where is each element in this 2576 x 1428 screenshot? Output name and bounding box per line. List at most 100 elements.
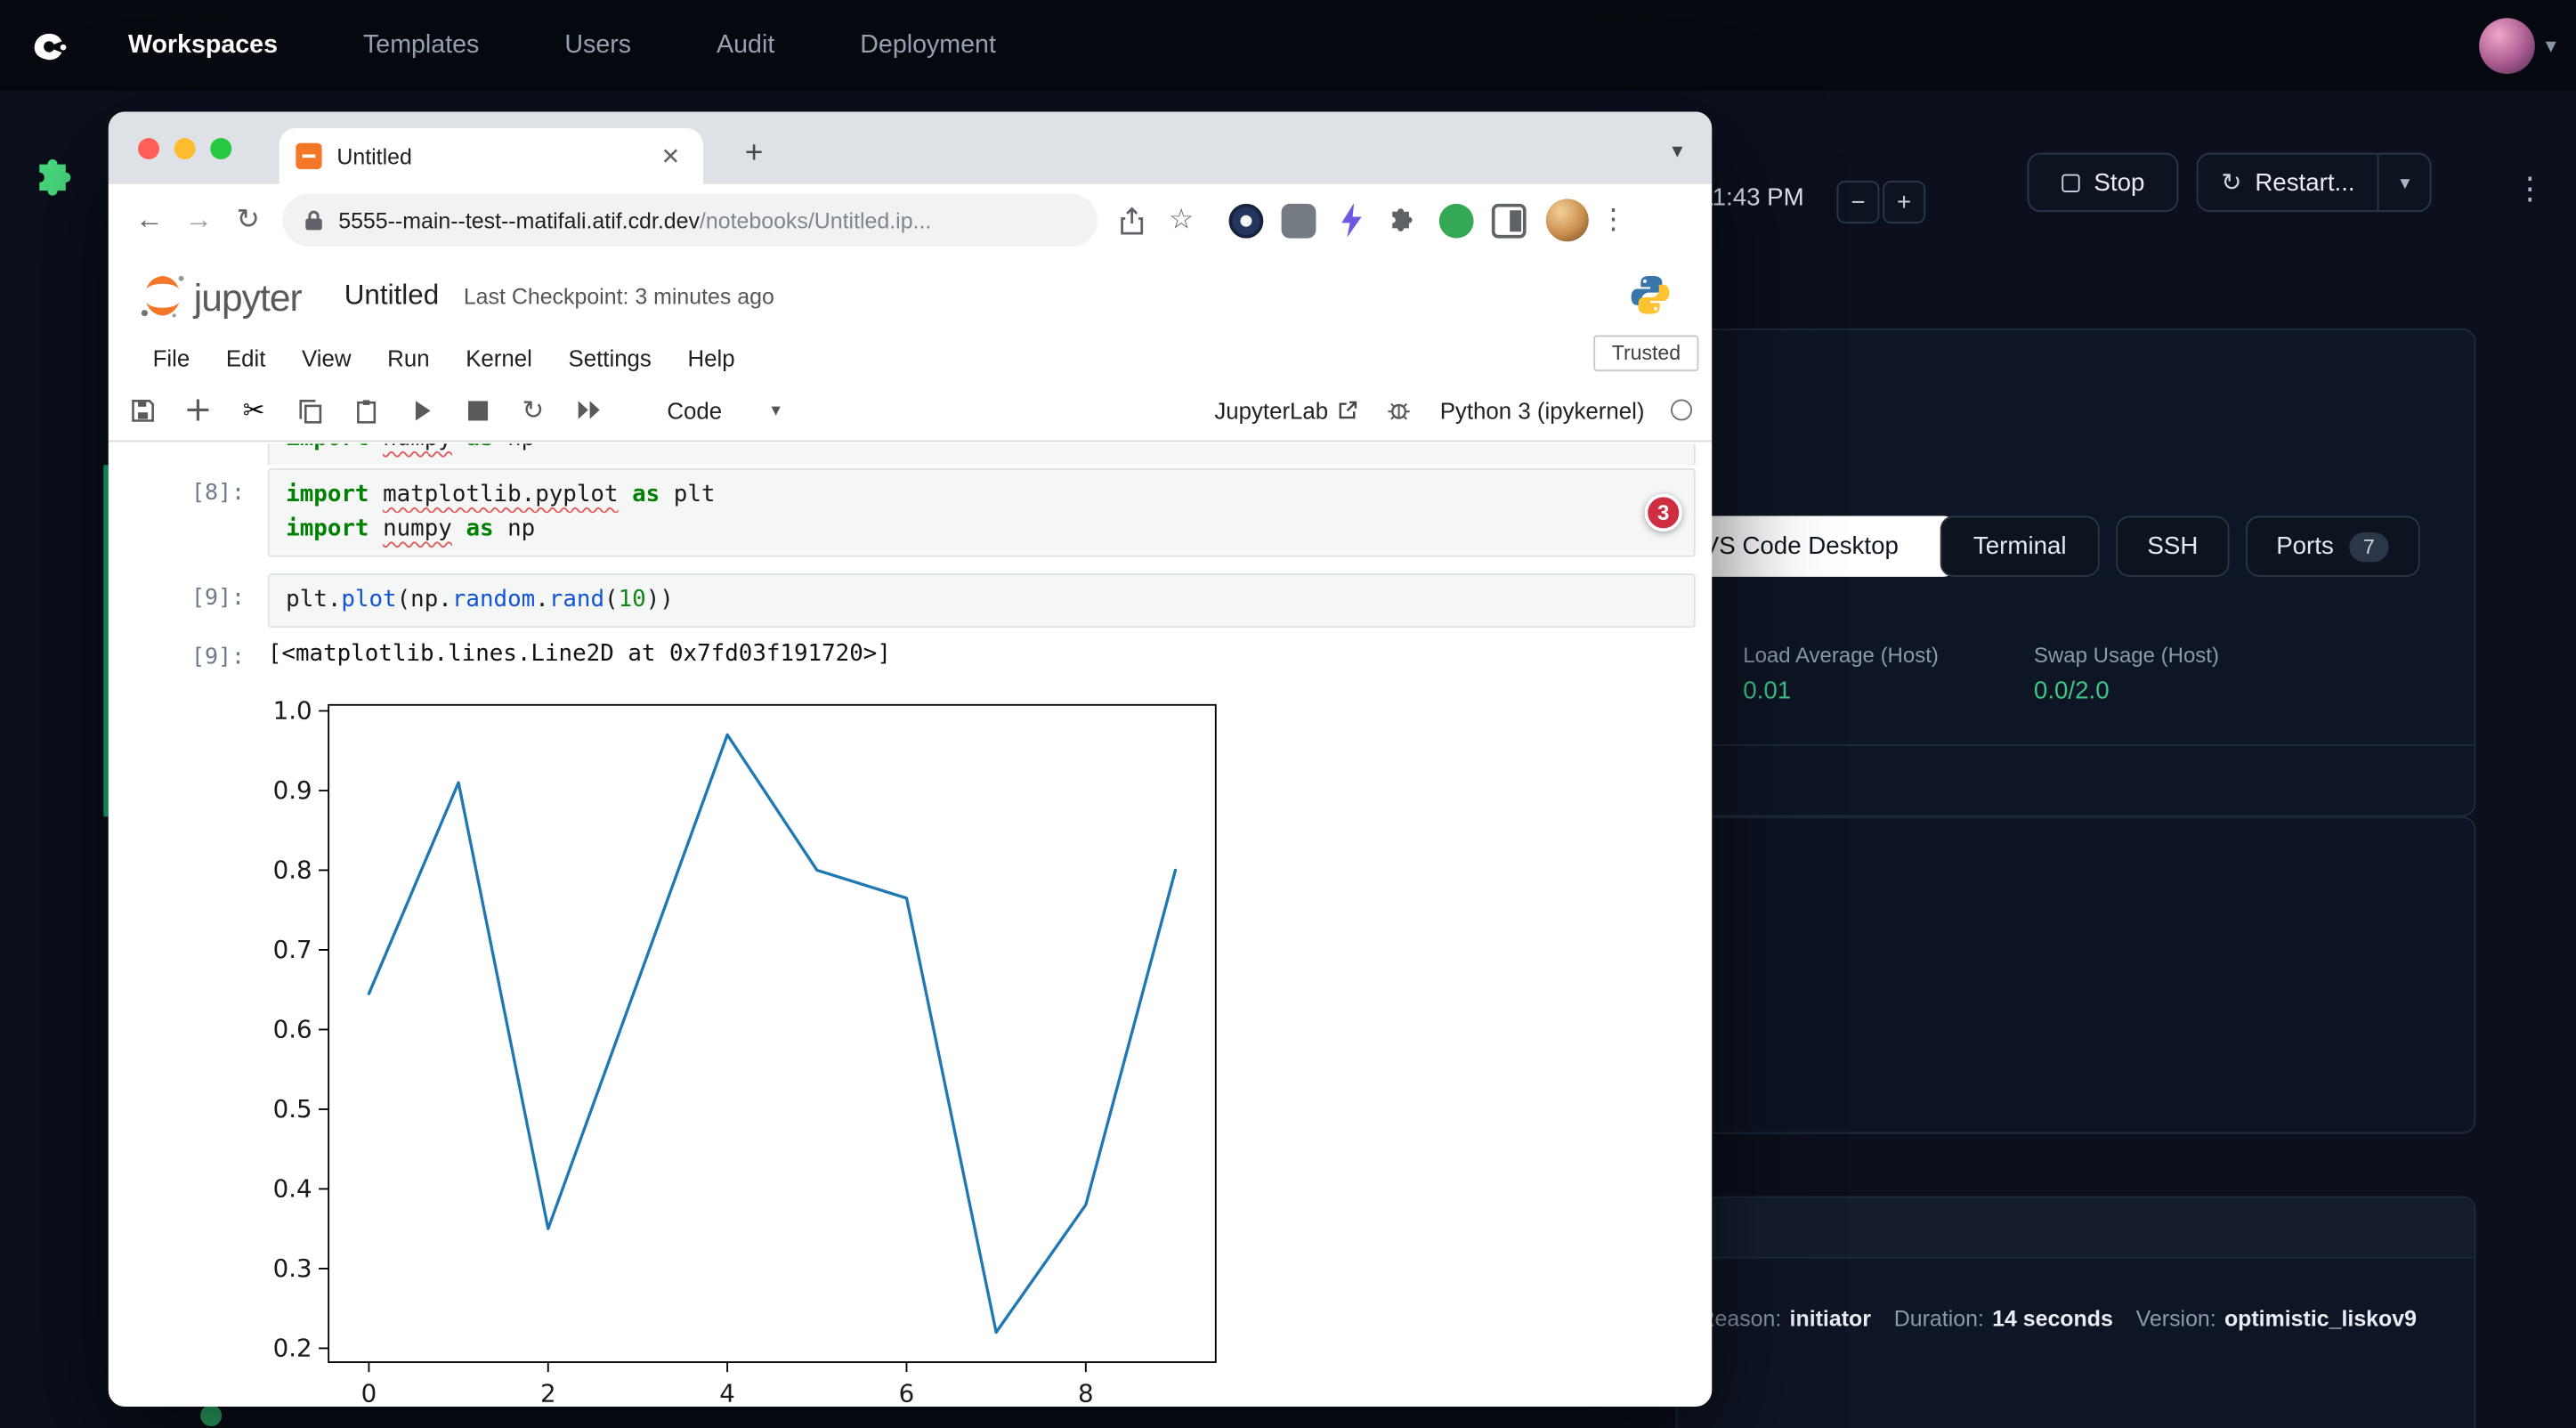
tab-close-icon[interactable]: ✕ — [654, 139, 686, 174]
debugger-icon[interactable] — [1386, 396, 1414, 424]
menu-view[interactable]: View — [302, 345, 352, 371]
menu-help[interactable]: Help — [687, 345, 734, 371]
back-button[interactable]: ← — [125, 196, 174, 245]
copy-cell-button[interactable] — [296, 396, 323, 424]
save-button[interactable] — [128, 396, 156, 424]
nav-item-users[interactable]: Users — [564, 30, 631, 60]
nav-item-deployment[interactable]: Deployment — [860, 30, 996, 60]
status-dot — [200, 1405, 222, 1426]
code-cell-9: [9]: plt.plot(np.random.rand(10)) — [109, 573, 1712, 628]
ssh-button[interactable]: SSH — [2116, 516, 2229, 577]
window-close-button[interactable] — [138, 138, 159, 159]
nav-item-audit[interactable]: Audit — [717, 30, 774, 60]
input-prompt: [8]: — [109, 468, 268, 511]
stop-button[interactable]: Stop — [2028, 153, 2179, 212]
workspace-clock: 11:43 PM — [1700, 184, 1803, 212]
menu-file[interactable]: File — [153, 345, 190, 371]
menu-settings[interactable]: Settings — [568, 345, 651, 371]
extension-icon-4[interactable] — [1439, 203, 1474, 238]
line-chart: 0.20.30.40.50.60.70.80.91.002468 — [255, 688, 1273, 1407]
code-editor[interactable]: import matplotlib.pyplot as plt import n… — [268, 468, 1696, 557]
svg-text:2: 2 — [540, 1378, 556, 1407]
browser-tab-strip: Untitled ✕ + ▾ — [109, 112, 1712, 184]
svg-text:0.9: 0.9 — [273, 775, 312, 805]
build-reason: initiator — [1790, 1306, 1871, 1331]
svg-text:0.7: 0.7 — [273, 935, 312, 964]
jupyter-menubar: File Edit View Run Kernel Settings Help … — [109, 336, 1712, 380]
svg-text:0.2: 0.2 — [273, 1334, 312, 1363]
kernel-name[interactable]: Python 3 (ipykernel) — [1440, 397, 1645, 424]
swap-usage-label: Swap Usage (Host) — [2034, 643, 2219, 668]
puzzle-icon[interactable] — [33, 154, 82, 212]
workspace-menu-kebab[interactable]: ⋮ — [2510, 165, 2549, 217]
browser-tab[interactable]: Untitled ✕ — [279, 128, 703, 184]
restart-button[interactable]: ↻ Restart... — [2198, 167, 2378, 197]
tab-title: Untitled — [336, 143, 654, 168]
resources-panel — [1676, 816, 2476, 1133]
tab-search-chevron[interactable]: ▾ — [1656, 130, 1698, 173]
restart-run-all-button[interactable] — [575, 396, 603, 424]
checkpoint-status: Last Checkpoint: 3 minutes ago — [464, 283, 774, 308]
interrupt-kernel-button[interactable] — [463, 396, 490, 424]
workspace-panel: VS Code Desktop Terminal SSH Ports 7 Loa… — [1676, 329, 2476, 816]
cell-type-select[interactable]: Code▾ — [667, 397, 780, 424]
window-zoom-button[interactable] — [210, 138, 231, 159]
menu-run[interactable]: Run — [387, 345, 429, 371]
run-cell-button[interactable] — [408, 396, 435, 424]
user-avatar[interactable] — [2480, 17, 2536, 73]
zoom-out-button[interactable]: − — [1836, 181, 1879, 223]
nav-item-templates[interactable]: Templates — [363, 30, 479, 60]
restart-kernel-button[interactable]: ↻ — [519, 396, 547, 424]
restart-options-chevron[interactable]: ▾ — [2378, 154, 2430, 210]
open-jupyterlab-link[interactable]: JupyterLab — [1214, 397, 1359, 424]
extension-icon-3[interactable] — [1334, 203, 1369, 238]
notebook-title[interactable]: Untitled — [344, 280, 439, 312]
address-bar[interactable]: 5555--main--test--matifali.atif.cdr.dev … — [282, 194, 1097, 247]
paste-cell-button[interactable] — [352, 396, 379, 424]
trusted-button[interactable]: Trusted — [1593, 336, 1698, 372]
main-nav: Workspaces Templates Users Audit Deploym… — [128, 30, 996, 60]
menu-edit[interactable]: Edit — [226, 345, 266, 371]
share-icon[interactable] — [1107, 196, 1156, 245]
reload-button[interactable]: ↻ — [223, 196, 272, 245]
code-line: import matplotlib.pyplot as plt — [286, 478, 1677, 513]
add-cell-button[interactable] — [184, 396, 212, 424]
panel-divider — [1677, 744, 2474, 746]
svg-text:0.5: 0.5 — [273, 1094, 312, 1124]
side-panel-icon[interactable] — [1492, 203, 1527, 238]
svg-text:0.4: 0.4 — [273, 1174, 312, 1204]
nav-item-workspaces[interactable]: Workspaces — [128, 30, 278, 60]
stop-icon — [2061, 174, 2078, 191]
forward-button[interactable]: → — [174, 196, 223, 245]
output-prompt: [9]: — [109, 641, 268, 676]
jupyter-header: jupyter Untitled Last Checkpoint: 3 minu… — [109, 256, 1712, 336]
load-average-value: 0.01 — [1743, 677, 1791, 704]
notification-badge: 3 — [1645, 494, 1682, 531]
chevron-down-icon[interactable]: ▾ — [2546, 32, 2556, 59]
cut-cell-button[interactable]: ✂ — [239, 396, 267, 424]
url-host: 5555--main--test--matifali.atif.cdr.dev — [338, 207, 700, 232]
ports-count-badge: 7 — [2348, 531, 2389, 561]
build-meta-row: Reason: initiator Duration: 14 seconds V… — [1699, 1306, 2417, 1331]
ports-button[interactable]: Ports 7 — [2246, 516, 2420, 577]
code-line: plt.plot(np.random.rand(10)) — [286, 583, 1677, 618]
extensions-puzzle-icon[interactable] — [1387, 203, 1422, 238]
terminal-button[interactable]: Terminal — [1940, 516, 2100, 577]
code-editor[interactable]: plt.plot(np.random.rand(10)) — [268, 573, 1696, 628]
python-logo-icon — [1628, 272, 1673, 325]
output-text: [<matplotlib.lines.Line2D at 0x7fd03f191… — [268, 641, 1696, 668]
input-prompt: [9]: — [109, 573, 268, 616]
bookmark-star-icon[interactable]: ☆ — [1156, 196, 1205, 245]
browser-profile-avatar[interactable] — [1546, 199, 1589, 241]
zoom-in-button[interactable]: + — [1883, 181, 1925, 223]
extension-icon-2[interactable] — [1282, 203, 1316, 238]
output-cell-9: [9]: [<matplotlib.lines.Line2D at 0x7fd0… — [109, 641, 1712, 676]
build-version: optimistic_liskov9 — [2224, 1306, 2417, 1331]
coder-logo-icon[interactable] — [23, 22, 69, 69]
browser-menu-kebab[interactable]: ⋮ — [1589, 196, 1638, 245]
notebook-favicon — [296, 143, 322, 170]
extension-icon-1[interactable] — [1229, 203, 1264, 238]
new-tab-button[interactable]: + — [729, 130, 778, 179]
window-minimize-button[interactable] — [174, 138, 196, 159]
menu-kernel[interactable]: Kernel — [466, 345, 532, 371]
